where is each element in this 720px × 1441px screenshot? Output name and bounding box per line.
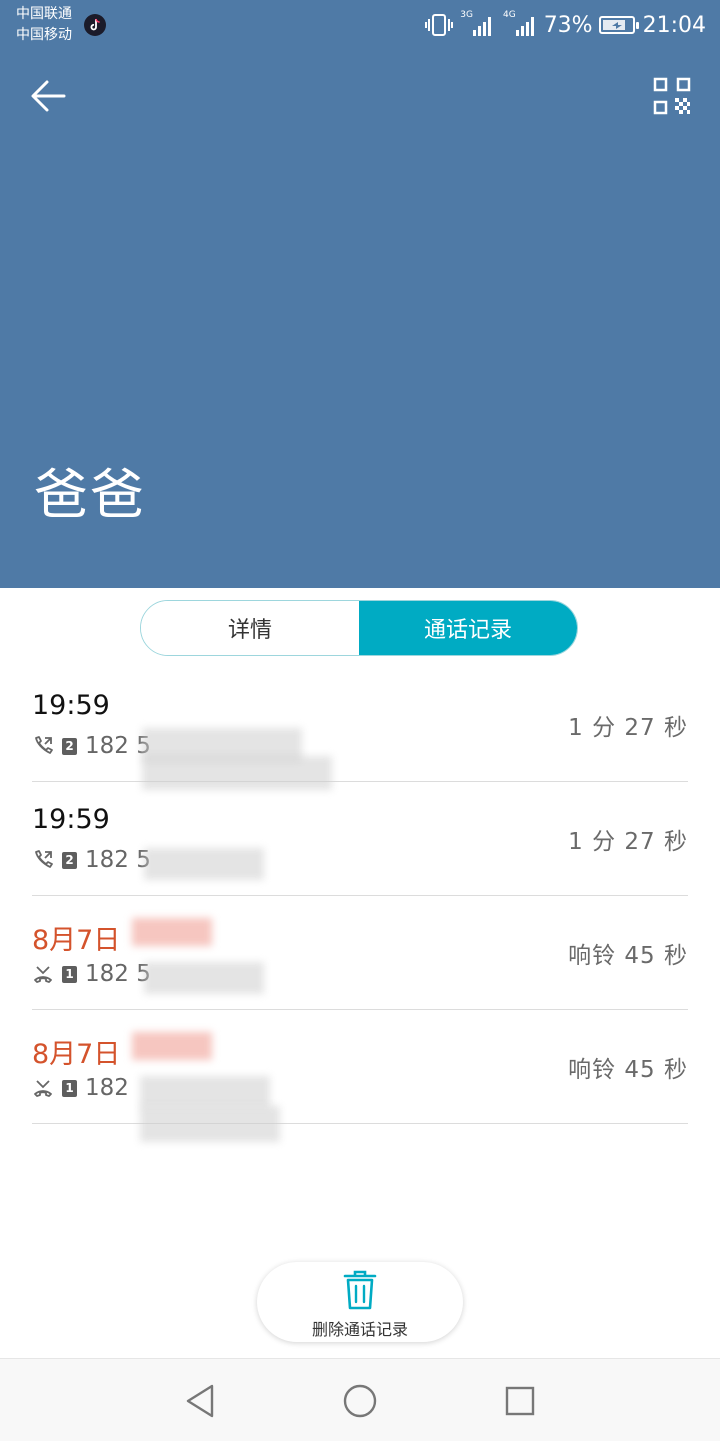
call-duration: 响铃 45 秒 <box>568 1057 688 1083</box>
redacted-number <box>144 962 264 994</box>
nav-back-button[interactable] <box>178 1379 222 1423</box>
network-4g-label: 4G <box>502 10 516 20</box>
nav-recents-icon <box>505 1386 535 1416</box>
call-info: 2 182 5 <box>32 732 151 760</box>
nav-back-icon <box>186 1384 214 1418</box>
sim-badge: 2 <box>62 737 77 755</box>
sim-badge: 2 <box>62 851 77 869</box>
call-time: 8月7日 <box>32 1039 121 1070</box>
redacted-number <box>144 848 264 880</box>
sim-badge: 1 <box>62 965 77 983</box>
contact-header: 中国联通 中国移动 3G 4G 73% 21:04 爸爸 <box>0 0 720 588</box>
carrier-1: 中国联通 <box>16 6 72 22</box>
carrier-2: 中国移动 <box>16 27 72 43</box>
phone-number: 182 5 <box>85 961 151 987</box>
vibrate-icon <box>425 14 454 36</box>
redacted-area <box>140 1106 280 1142</box>
call-duration: 1 分 27 秒 <box>568 715 688 741</box>
tab-details[interactable]: 详情 <box>141 601 359 655</box>
qr-code-icon <box>653 77 691 115</box>
signal-icon-1 <box>472 17 491 36</box>
call-time: 19:59 <box>32 804 110 835</box>
call-log-list: 19:59 2 182 5 1 分 27 秒 19:59 2 182 5 1 分… <box>32 668 688 1142</box>
battery-icon <box>598 16 639 34</box>
signal-icon-2 <box>515 17 534 36</box>
arrow-left-icon <box>31 80 66 112</box>
contact-name: 爸爸 <box>34 463 146 526</box>
call-info: 1 182 5 <box>32 960 151 988</box>
tiktok-notification-icon <box>84 14 106 36</box>
call-log-item[interactable]: 19:59 2 182 5 1 分 27 秒 <box>32 668 688 790</box>
call-info: 2 182 5 <box>32 846 151 874</box>
redacted-time <box>132 1032 212 1060</box>
missed-call-icon <box>34 966 52 983</box>
sim-badge: 1 <box>62 1079 77 1097</box>
call-log-item[interactable]: 8月7日 1 182 5 响铃 45 秒 <box>32 896 688 1010</box>
network-3g-label: 3G <box>460 10 473 20</box>
phone-number: 182 5 <box>85 733 151 759</box>
call-time: 19:59 <box>32 690 110 721</box>
call-time: 8月7日 <box>32 925 121 956</box>
status-bar: 中国联通 中国移动 3G 4G 73% 21:04 <box>0 0 720 50</box>
qr-code-button[interactable] <box>648 72 696 120</box>
call-log-item[interactable]: 19:59 2 182 5 1 分 27 秒 <box>32 782 688 896</box>
navigation-bar <box>0 1358 720 1441</box>
status-icons: 3G 4G 73% 21:04 <box>424 10 706 40</box>
call-duration: 1 分 27 秒 <box>568 829 688 855</box>
phone-number: 182 5 <box>85 847 151 873</box>
trash-icon <box>343 1270 377 1310</box>
call-duration: 响铃 45 秒 <box>568 943 688 969</box>
outgoing-call-icon <box>35 850 53 868</box>
outgoing-call-icon <box>35 736 53 754</box>
redacted-number <box>140 1076 270 1108</box>
nav-home-button[interactable] <box>338 1379 382 1423</box>
redacted-time <box>132 918 212 946</box>
delete-call-log-button[interactable]: 删除通话记录 <box>257 1262 463 1342</box>
delete-call-log-label: 删除通话记录 <box>311 1320 408 1339</box>
nav-home-icon <box>343 1384 377 1418</box>
back-button[interactable] <box>24 72 72 120</box>
status-time: 21:04 <box>642 12 706 38</box>
call-log-item[interactable]: 8月7日 1 182 响铃 45 秒 <box>32 1010 688 1142</box>
battery-percent: 73% <box>543 12 593 38</box>
call-info: 1 182 <box>32 1074 129 1102</box>
tab-call-log[interactable]: 通话记录 <box>359 601 577 655</box>
tab-bar: 详情 通话记录 <box>140 600 578 656</box>
phone-number: 182 <box>85 1075 129 1101</box>
missed-call-icon <box>34 1080 52 1097</box>
nav-recents-button[interactable] <box>498 1379 542 1423</box>
